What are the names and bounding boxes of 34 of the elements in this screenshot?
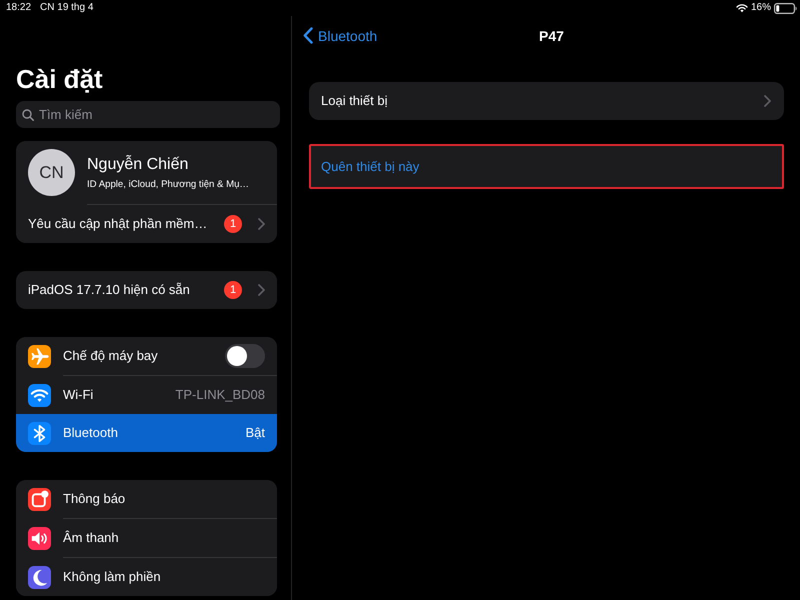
row-label: Wi-Fi: [63, 387, 94, 403]
battery-icon: [774, 2, 797, 14]
row-value: Bật: [245, 425, 265, 441]
chevron-right-icon: [258, 218, 265, 230]
settings-row[interactable]: Loại thiết bị: [309, 82, 784, 120]
settings-row[interactable]: Bluetooth Bật: [16, 414, 277, 452]
avatar: CN: [28, 149, 75, 196]
row-label: Bluetooth: [63, 425, 119, 441]
wifi-icon: [736, 4, 748, 12]
row-label: Âm thanh: [63, 530, 120, 546]
row-label: Thông báo: [63, 491, 126, 507]
status-date: CN 19 thg 4: [40, 2, 94, 14]
account-name: Nguyễn Chiến: [87, 154, 188, 174]
toggle-switch[interactable]: [225, 344, 265, 368]
back-link[interactable]: Bluetooth: [303, 27, 378, 44]
row-label: Yêu cầu cập nhật phần mềm…: [28, 216, 208, 232]
count-badge: 1: [224, 215, 242, 233]
account-subtitle: ID Apple, iCloud, Phương tiện & Mụ…: [87, 178, 250, 190]
row-label: Không làm phiền: [63, 569, 162, 585]
search-icon: [22, 109, 34, 121]
chevron-right-icon: [764, 95, 771, 107]
row-label: Loại thiết bị: [321, 93, 388, 109]
row-value: TP-LINK_BD08: [175, 387, 265, 403]
action-button[interactable]: Quên thiết bị này: [309, 144, 784, 189]
row-label: Chế độ máy bay: [63, 348, 159, 364]
page-title: Cài đặt: [16, 64, 103, 94]
count-badge: 1: [224, 281, 242, 299]
back-chevron-icon: [303, 27, 313, 44]
chevron-right-icon: [258, 284, 265, 296]
page-title: P47: [539, 28, 564, 44]
battery-percent: 16%: [750, 2, 771, 14]
status-time: 18:22: [6, 2, 32, 14]
search-field[interactable]: Tìm kiếm: [16, 101, 280, 128]
row-label: iPadOS 17.7.10 hiện có sẵn: [28, 282, 191, 298]
